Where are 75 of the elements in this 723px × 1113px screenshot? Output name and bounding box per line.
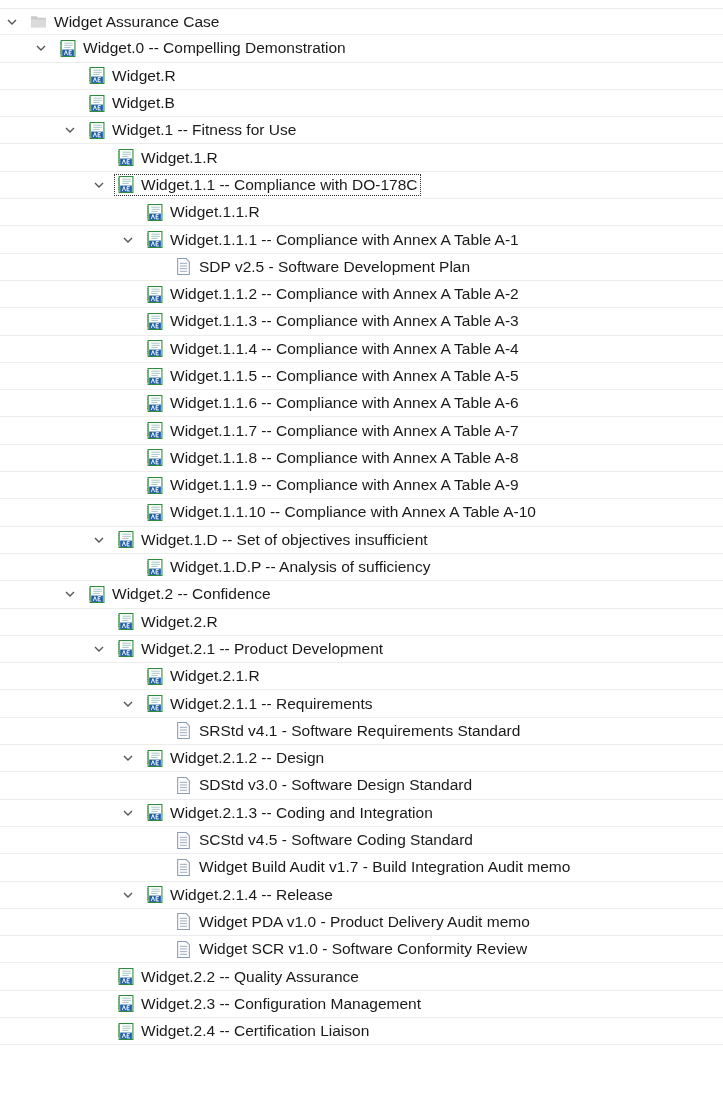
tree-item[interactable]: Widget.1.1.7 -- Compliance with Annex A Table A-7 [144, 420, 521, 441]
tree-item[interactable]: Widget.2.1.R [144, 666, 262, 687]
tree-item[interactable]: Widget.1.1.6 -- Compliance with Annex A Table A-6 [144, 393, 521, 414]
document-icon [175, 913, 192, 931]
document-icon [175, 258, 192, 276]
tree-item[interactable]: SCStd v4.5 - Software Coding Standard [173, 830, 475, 851]
tree-item[interactable]: Widget.2 -- Confidence [86, 584, 273, 605]
notebook-icon [146, 394, 163, 412]
tree-item[interactable]: Widget.1.D -- Set of objectives insufficient [115, 529, 430, 550]
tree-item[interactable]: Widget.2.1.3 -- Coding and Integration [144, 802, 435, 823]
tree-item[interactable]: Widget.R [86, 65, 178, 86]
tree-item[interactable]: Widget.1.1.10 -- Compliance with Annex A Table A-10 [144, 502, 538, 523]
notebook-icon [146, 558, 163, 576]
notebook-icon [88, 121, 105, 139]
tree-item[interactable]: SRStd v4.1 - Software Requirements Standard [173, 720, 523, 741]
tree-item[interactable]: Widget.1 -- Fitness for Use [86, 120, 299, 141]
tree-item[interactable]: Widget.2.4 -- Certification Liaison [115, 1021, 372, 1042]
tree-item[interactable]: Widget.1.1 -- Compliance with DO-178C [115, 174, 420, 195]
tree-item[interactable]: Widget.1.1.1 -- Compliance with Annex A Table A-1 [144, 229, 521, 250]
tree-item[interactable]: Widget.2.1.4 -- Release [144, 884, 335, 905]
notebook-icon [117, 149, 134, 167]
tree-item[interactable]: Widget.1.D.P -- Analysis of sufficiency [144, 557, 433, 578]
tree-item[interactable]: Widget.1.1.8 -- Compliance with Annex A Table A-8 [144, 447, 521, 468]
document-icon [175, 940, 192, 958]
notebook-icon [146, 449, 163, 467]
notebook-icon [88, 94, 105, 112]
notebook-icon [117, 1022, 134, 1040]
notebook-icon [88, 67, 105, 85]
tree-item[interactable]: Widget Build Audit v1.7 - Build Integration Audit memo [173, 857, 573, 878]
tree-item[interactable]: SDStd v3.0 - Software Design Standard [173, 775, 475, 796]
notebook-icon [117, 968, 134, 986]
document-icon [175, 858, 192, 876]
tree-item[interactable]: Widget.B [86, 93, 177, 114]
tree-item[interactable]: Widget.1.R [115, 147, 220, 168]
notebook-icon [146, 886, 163, 904]
tree-item[interactable]: Widget.2.1 -- Product Development [115, 638, 386, 659]
tree-item[interactable]: Widget.1.1.5 -- Compliance with Annex A Table A-5 [144, 366, 521, 386]
notebook-icon [146, 285, 163, 303]
notebook-icon [117, 613, 134, 631]
tree-item[interactable]: SDP v2.5 - Software Development Plan [173, 256, 473, 277]
notebook-icon [88, 585, 105, 603]
notebook-icon [146, 203, 163, 221]
tree-item[interactable]: Widget.1.1.4 -- Compliance with Annex A Table A-4 [144, 338, 521, 359]
tree-item[interactable]: Widget Assurance Case [28, 11, 222, 32]
tree-item[interactable]: Widget.2.R [115, 611, 220, 632]
tree-item[interactable]: Widget.1.1.2 -- Compliance with Annex A Table A-2 [144, 284, 521, 305]
document-icon [175, 831, 192, 849]
notebook-icon [117, 176, 134, 194]
notebook-icon [117, 995, 134, 1013]
document-icon [175, 722, 192, 740]
tree-item[interactable]: Widget.2.2 -- Quality Assurance [115, 966, 361, 987]
notebook-icon [146, 504, 163, 521]
notebook-icon [146, 422, 163, 440]
notebook-icon [146, 231, 163, 248]
notebook-icon [117, 640, 134, 658]
notebook-icon [146, 804, 163, 822]
document-icon [175, 776, 192, 794]
notebook-icon [146, 749, 163, 767]
tree-item[interactable]: Widget SCR v1.0 - Software Conformity Review [173, 939, 530, 960]
tree-item[interactable]: Widget.1.1.9 -- Compliance with Annex A Table A-9 [144, 475, 521, 496]
tree-item[interactable]: Widget.1.1.3 -- Compliance with Annex A Table A-3 [144, 311, 521, 332]
tree-item[interactable]: Widget.0 -- Compelling Demonstration [57, 38, 348, 59]
tree-item[interactable]: Widget.1.1.R [144, 202, 262, 223]
notebook-icon [146, 667, 163, 685]
tree-item[interactable]: Widget PDA v1.0 - Product Delivery Audit memo [173, 911, 532, 932]
notebook-icon [146, 476, 163, 494]
tree-item[interactable]: Widget.2.1.2 -- Design [144, 748, 327, 769]
notebook-icon [117, 531, 134, 549]
notebook-icon [146, 695, 163, 713]
notebook-icon [146, 312, 163, 330]
notebook-icon [146, 340, 163, 358]
tree-item[interactable]: Widget.2.3 -- Configuration Management [115, 993, 423, 1014]
notebook-icon [59, 39, 76, 57]
tree-item[interactable]: Widget.2.1.1 -- Requirements [144, 693, 375, 714]
notebook-icon [146, 367, 163, 385]
